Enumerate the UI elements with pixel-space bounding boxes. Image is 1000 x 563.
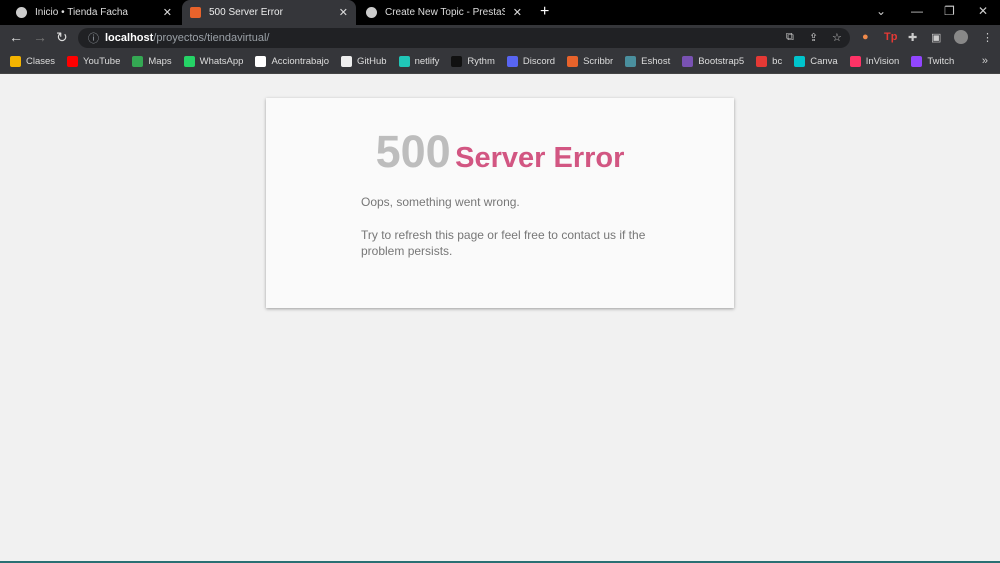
bookmark-label: Twitch xyxy=(927,56,955,67)
site-favicon-icon xyxy=(16,7,27,18)
bookmark-invision[interactable]: InVision xyxy=(849,56,900,67)
bookmark-label: Rythm xyxy=(467,56,495,67)
scribbr-icon xyxy=(567,56,579,67)
github-icon xyxy=(341,56,353,67)
discord-icon xyxy=(506,56,518,67)
bookmark-canva[interactable]: Canva xyxy=(794,56,838,67)
bookmark-star-icon[interactable]: ☆ xyxy=(832,31,842,44)
profile-avatar[interactable] xyxy=(954,30,968,44)
tab-create-new-topic[interactable]: Create New Topic - PrestaShop F ✕ xyxy=(358,0,530,25)
bookmark-label: netlify xyxy=(414,56,440,67)
acciontrabajo-icon xyxy=(255,56,267,67)
bootstrap5-icon xyxy=(682,56,694,67)
maps-icon xyxy=(132,56,144,67)
side-panel-icon[interactable]: ▣ xyxy=(931,31,941,44)
youtube-icon xyxy=(67,56,79,67)
toolbar: ← → ↻ ⓘ localhost/proyectos/tiendavirtual… xyxy=(0,25,1000,50)
tab-inicio[interactable]: Inicio • Tienda Facha ✕ xyxy=(8,0,180,25)
bookmark-acciontrabajo[interactable]: Acciontrabajo xyxy=(255,56,329,67)
bookmark-label: Acciontrabajo xyxy=(271,56,330,67)
bookmark-clases[interactable]: Clases xyxy=(10,56,55,67)
bookmark-discord[interactable]: Discord xyxy=(506,56,556,67)
tab-bar: Inicio • Tienda Facha ✕ 500 Server Error ✕… xyxy=(0,0,1000,25)
maximize-button[interactable]: ❐ xyxy=(944,4,955,18)
close-tab-icon[interactable]: ✕ xyxy=(513,6,522,19)
tab-label: 500 Server Error xyxy=(209,7,283,18)
bookmark-rythm[interactable]: Rythm xyxy=(451,56,495,67)
bookmark-bootstrap5[interactable]: Bootstrap5 xyxy=(682,56,744,67)
bookmark-label: bc xyxy=(772,56,783,67)
clases-icon xyxy=(10,56,21,67)
bookmark-label: Clases xyxy=(26,56,56,67)
address-path: /proyectos/tiendavirtual/ xyxy=(153,32,270,44)
whatsapp-icon xyxy=(183,56,195,67)
bookmark-label: Canva xyxy=(810,56,838,67)
close-window-button[interactable]: ✕ xyxy=(978,4,988,18)
tab-label: Inicio • Tienda Facha xyxy=(35,7,128,18)
bc-icon xyxy=(756,56,768,67)
tab-label: Create New Topic - PrestaShop F xyxy=(385,7,505,18)
bookmarks-bar: Clases YouTube Maps WhatsApp Acciontrabajo Gi… xyxy=(0,50,1000,74)
forward-button[interactable]: → xyxy=(33,29,47,45)
eshost-icon xyxy=(625,56,637,67)
share-icon[interactable]: ⇪ xyxy=(809,31,818,44)
new-tab-button[interactable]: + xyxy=(540,3,549,21)
close-tab-icon[interactable]: ✕ xyxy=(339,6,348,19)
bookmark-whatsapp[interactable]: WhatsApp xyxy=(183,56,244,67)
bookmark-label: WhatsApp xyxy=(199,56,244,67)
bookmark-label: InVision xyxy=(865,56,900,67)
bookmark-github[interactable]: GitHub xyxy=(341,56,387,67)
bookmark-scribbr[interactable]: Scribbr xyxy=(567,56,613,67)
tab-search-icon[interactable]: ⌄ xyxy=(876,4,886,18)
rythm-icon xyxy=(451,56,463,67)
bookmark-label: Discord xyxy=(522,56,556,67)
extension-icon[interactable]: ● xyxy=(862,31,869,43)
back-button[interactable]: ← xyxy=(9,29,23,45)
more-bookmarks-icon[interactable]: » xyxy=(982,55,988,67)
close-tab-icon[interactable]: ✕ xyxy=(163,6,172,19)
translate-icon[interactable]: ⧉ xyxy=(786,31,794,44)
info-icon: ⓘ xyxy=(88,33,99,45)
error-card: 500 Server Error Oops, something went wr… xyxy=(266,98,734,308)
error-message: Server Error xyxy=(455,142,625,174)
bookmark-maps[interactable]: Maps xyxy=(132,56,172,67)
bookmark-label: Eshost xyxy=(641,56,671,67)
reload-button[interactable]: ↻ xyxy=(56,29,68,46)
error-description: Oops, something went wrong. xyxy=(361,195,520,209)
menu-icon[interactable]: ⋮ xyxy=(982,31,993,44)
error-code: 500 xyxy=(375,126,451,177)
bookmark-youtube[interactable]: YouTube xyxy=(67,56,120,67)
error-heading: 500 Server Error xyxy=(266,126,734,178)
extensions-puzzle-icon[interactable]: ✚ xyxy=(908,31,917,44)
bookmark-label: Scribbr xyxy=(583,56,614,67)
twitch-icon xyxy=(911,56,923,67)
tab-500-server-error[interactable]: 500 Server Error ✕ xyxy=(182,0,356,25)
address-bar[interactable]: ⓘ localhost/proyectos/tiendavirtual/ xyxy=(78,28,850,48)
bookmark-bc[interactable]: bc xyxy=(756,56,782,67)
error-hint: Try to refresh this page or feel free to… xyxy=(361,228,646,258)
address-host: localhost xyxy=(105,32,154,44)
bookmark-label: YouTube xyxy=(83,56,121,67)
invision-icon xyxy=(849,56,861,67)
bookmark-label: Bootstrap5 xyxy=(698,56,745,67)
bookmark-eshost[interactable]: Eshost xyxy=(625,56,670,67)
bookmark-netlify[interactable]: netlify xyxy=(398,56,440,67)
netlify-icon xyxy=(398,56,410,67)
prestashop-favicon-icon xyxy=(366,7,377,18)
tp-extension-icon[interactable]: Tp xyxy=(884,31,897,43)
bookmark-label: GitHub xyxy=(357,56,387,67)
canva-icon xyxy=(794,56,806,67)
bookmark-twitch[interactable]: Twitch xyxy=(911,56,954,67)
xampp-favicon-icon xyxy=(190,7,201,18)
minimize-button[interactable]: — xyxy=(911,4,923,18)
bookmark-label: Maps xyxy=(148,56,172,67)
